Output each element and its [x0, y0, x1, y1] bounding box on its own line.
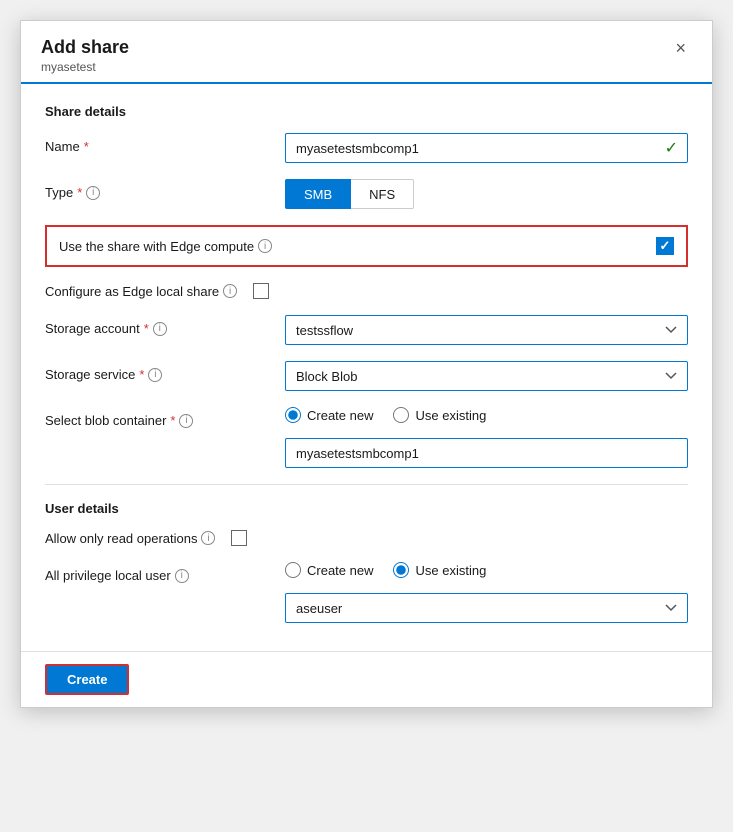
- local-user-label: All privilege local user i: [45, 562, 285, 583]
- storage-service-required: *: [139, 367, 144, 382]
- blob-container-required: *: [170, 413, 175, 428]
- configure-local-label: Configure as Edge local share i: [45, 284, 237, 299]
- blob-container-row: Select blob container * i Create new Use…: [45, 407, 688, 468]
- type-required: *: [77, 185, 82, 200]
- user-create-new-radio[interactable]: [285, 562, 301, 578]
- blob-create-new-label[interactable]: Create new: [285, 407, 373, 423]
- local-user-top: All privilege local user i Create new Us…: [45, 562, 688, 583]
- dialog-footer: Create: [21, 651, 712, 707]
- blob-create-new-text: Create new: [307, 408, 373, 423]
- section-divider: [45, 484, 688, 485]
- user-details-section-title: User details: [45, 501, 688, 516]
- blob-container-options: Create new Use existing: [285, 407, 688, 423]
- storage-account-select[interactable]: testssflow: [285, 315, 688, 345]
- type-smb-button[interactable]: SMB: [285, 179, 351, 209]
- read-operations-label: Allow only read operations i: [45, 531, 215, 546]
- storage-account-row: Storage account * i testssflow: [45, 315, 688, 345]
- blob-create-new-radio[interactable]: [285, 407, 301, 423]
- local-user-info-icon: i: [175, 569, 189, 583]
- storage-service-select[interactable]: Block Blob: [285, 361, 688, 391]
- storage-account-label: Storage account * i: [45, 315, 285, 336]
- edge-compute-checkbox[interactable]: [656, 237, 674, 255]
- close-button[interactable]: ×: [669, 37, 692, 59]
- type-info-icon: i: [86, 186, 100, 200]
- configure-local-checkbox[interactable]: [253, 283, 269, 299]
- user-use-existing-text: Use existing: [415, 563, 486, 578]
- type-row: Type * i SMB NFS: [45, 179, 688, 209]
- name-label: Name *: [45, 133, 285, 154]
- edge-compute-info-icon: i: [258, 239, 272, 253]
- local-user-options: Create new Use existing: [285, 562, 688, 578]
- read-operations-checkbox[interactable]: [231, 530, 247, 546]
- dialog-title-area: Add share myasetest: [41, 37, 129, 74]
- storage-account-info-icon: i: [153, 322, 167, 336]
- storage-account-control: testssflow: [285, 315, 688, 345]
- configure-local-row: Configure as Edge local share i: [45, 283, 688, 299]
- blob-use-existing-radio[interactable]: [393, 407, 409, 423]
- type-toggle-group: SMB NFS: [285, 179, 688, 209]
- type-label: Type * i: [45, 179, 285, 200]
- name-input[interactable]: [285, 133, 688, 163]
- user-create-new-label[interactable]: Create new: [285, 562, 373, 578]
- storage-service-control: Block Blob: [285, 361, 688, 391]
- storage-service-row: Storage service * i Block Blob: [45, 361, 688, 391]
- share-details-section-title: Share details: [45, 104, 688, 119]
- storage-service-info-icon: i: [148, 368, 162, 382]
- blob-container-input-container: [285, 438, 688, 468]
- type-toggle: SMB NFS: [285, 179, 688, 209]
- read-operations-row: Allow only read operations i: [45, 530, 688, 546]
- local-user-radio-group: Create new Use existing: [285, 562, 688, 578]
- dialog-body: Share details Name * ✓ Type * i SMB NF: [21, 84, 712, 651]
- user-create-new-text: Create new: [307, 563, 373, 578]
- user-use-existing-radio[interactable]: [393, 562, 409, 578]
- user-details-section: User details Allow only read operations …: [45, 484, 688, 623]
- local-user-row: All privilege local user i Create new Us…: [45, 562, 688, 623]
- blob-container-input[interactable]: [285, 438, 688, 468]
- blob-container-top: Select blob container * i Create new Use…: [45, 407, 688, 428]
- blob-use-existing-label[interactable]: Use existing: [393, 407, 486, 423]
- edge-compute-highlighted: Use the share with Edge compute i: [45, 225, 688, 267]
- name-valid-icon: ✓: [665, 138, 678, 158]
- local-user-select[interactable]: aseuser: [285, 593, 688, 623]
- read-operations-info-icon: i: [201, 531, 215, 545]
- name-input-container: ✓: [285, 133, 688, 163]
- edge-compute-label: Use the share with Edge compute: [59, 239, 254, 254]
- blob-container-label: Select blob container * i: [45, 407, 285, 428]
- edge-compute-row: Use the share with Edge compute i: [45, 225, 688, 267]
- blob-container-info-icon: i: [179, 414, 193, 428]
- create-button[interactable]: Create: [45, 664, 129, 695]
- name-row: Name * ✓: [45, 133, 688, 163]
- user-use-existing-label[interactable]: Use existing: [393, 562, 486, 578]
- edge-compute-label-container: Use the share with Edge compute i: [59, 239, 644, 254]
- blob-use-existing-text: Use existing: [415, 408, 486, 423]
- name-required: *: [84, 139, 89, 154]
- dialog-title: Add share: [41, 37, 129, 58]
- configure-local-info-icon: i: [223, 284, 237, 298]
- dialog-subtitle: myasetest: [41, 60, 129, 74]
- add-share-dialog: Add share myasetest × Share details Name…: [20, 20, 713, 708]
- storage-service-label: Storage service * i: [45, 361, 285, 382]
- blob-container-radio-group: Create new Use existing: [285, 407, 688, 423]
- type-nfs-button[interactable]: NFS: [351, 179, 414, 209]
- storage-account-required: *: [144, 321, 149, 336]
- dialog-header: Add share myasetest ×: [21, 21, 712, 84]
- local-user-dropdown-container: aseuser: [285, 593, 688, 623]
